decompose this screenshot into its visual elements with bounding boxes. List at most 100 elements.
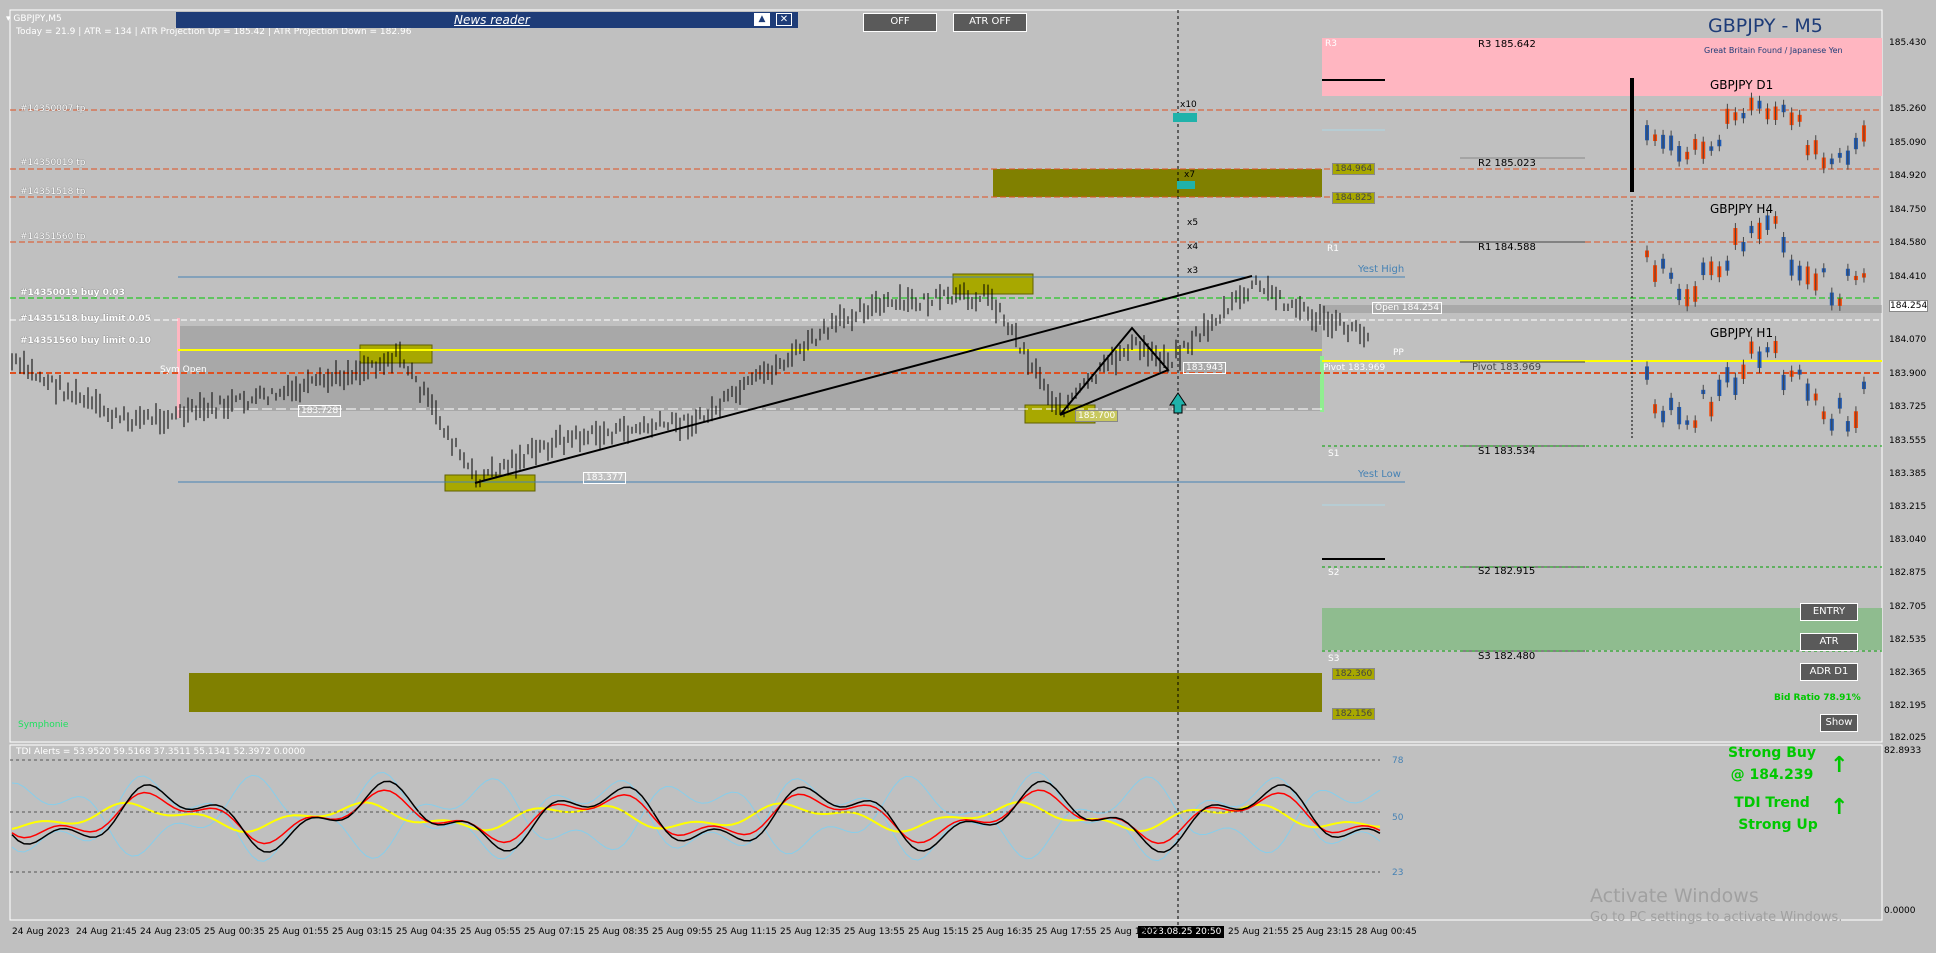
- time-axis-label: 25 Aug 05:55: [460, 927, 521, 937]
- mini-chart-h1-title: GBPJPY H1: [1710, 326, 1774, 340]
- time-axis-label: 25 Aug 04:35: [396, 927, 457, 937]
- close-icon[interactable]: ✕: [776, 13, 792, 26]
- price-tag: 183.728: [298, 405, 342, 417]
- bid-ratio: Bid Ratio 78.91%: [1774, 693, 1861, 703]
- teal-marker: [1173, 113, 1197, 122]
- teal-marker: [1177, 181, 1195, 189]
- price-axis-label: 184.410: [1889, 272, 1927, 282]
- time-axis-label: 25 Aug 03:15: [332, 927, 393, 937]
- tdi-axis-top: 82.8933: [1884, 746, 1922, 756]
- signal-strong-buy: Strong Buy: [1728, 745, 1816, 761]
- price-box: 184.964: [1332, 163, 1376, 175]
- pivot-pp: Pivot 183.969: [1472, 362, 1542, 373]
- price-box: 182.360: [1332, 668, 1376, 680]
- time-axis-label: 25 Aug 19:15: [1100, 927, 1161, 937]
- supply-zone: [993, 169, 1322, 197]
- s3-zone: [1322, 608, 1882, 650]
- tdi-level-50: 50: [1392, 813, 1404, 823]
- atr-info-line: Today = 21.9 | ATR = 134 | ATR Projectio…: [16, 27, 412, 37]
- show-button[interactable]: Show: [1820, 714, 1858, 732]
- time-axis-label: 25 Aug 21:55: [1228, 927, 1289, 937]
- multiplier-label: x7: [1184, 170, 1196, 180]
- mini-chart-h4-title: GBPJPY H4: [1710, 202, 1774, 216]
- adr-d1-button[interactable]: ADR D1: [1800, 663, 1858, 681]
- symbol-menu[interactable]: ▾ GBPJPY,M5: [6, 14, 62, 24]
- multiplier-label: x3: [1187, 266, 1199, 276]
- s2-short: S2: [1328, 568, 1340, 578]
- tp-label: #14350019 tp: [20, 158, 86, 168]
- price-axis-label: 182.025: [1889, 733, 1927, 743]
- news-reader-title[interactable]: News reader: [454, 13, 530, 27]
- order-label: #14351518 buy limit 0.05: [20, 314, 151, 324]
- mini-chart-d1-title: GBPJPY D1: [1710, 78, 1774, 92]
- tdi-price: [11, 780, 1381, 853]
- signal-strong-up: Strong Up: [1738, 817, 1818, 833]
- time-axis-label: 25 Aug 09:55: [652, 927, 713, 937]
- price-axis-label: 183.215: [1889, 502, 1927, 512]
- price-tag: 183.700: [1075, 410, 1119, 422]
- price-axis-label: 182.535: [1889, 635, 1927, 645]
- time-axis-label: 25 Aug 17:55: [1036, 927, 1097, 937]
- price-axis-label: 184.254: [1889, 300, 1929, 312]
- signal-box: [444, 474, 536, 492]
- s3-short: S3: [1328, 654, 1340, 664]
- sym-open-label: Sym Open: [160, 365, 207, 375]
- pivot-r3: R3 185.642: [1478, 39, 1536, 50]
- price-axis-label: 183.555: [1889, 436, 1927, 446]
- price-axis-label: 183.900: [1889, 369, 1927, 379]
- arrow-up-icon: ↑: [1830, 795, 1849, 820]
- price-box: 182.156: [1332, 708, 1376, 720]
- r1-short: R1: [1327, 244, 1339, 254]
- price-axis-label: 182.705: [1889, 602, 1927, 612]
- time-axis-label: 25 Aug 15:15: [908, 927, 969, 937]
- price-axis-label: 184.920: [1889, 171, 1927, 181]
- time-axis-label: 25 Aug 07:15: [524, 927, 585, 937]
- atr-button[interactable]: ATR: [1800, 633, 1858, 651]
- chart-canvas[interactable]: [0, 0, 1936, 953]
- signal-tdi-trend: TDI Trend: [1734, 795, 1810, 811]
- tdi-axis-bottom: 0.0000: [1884, 906, 1916, 916]
- open-price-tag: Open 184.254: [1372, 302, 1443, 314]
- demand-zone: [189, 673, 1322, 712]
- time-axis-label: 25 Aug 08:35: [588, 927, 649, 937]
- time-axis-label: 28 Aug 00:45: [1356, 927, 1417, 937]
- tdi-level-23: 23: [1392, 868, 1404, 878]
- tdi-level-78: 78: [1392, 756, 1404, 766]
- price-axis-label: 185.090: [1889, 138, 1927, 148]
- tdi-label: TDI Alerts = 53.9520 59.5168 37.3511 55.…: [16, 747, 306, 757]
- price-axis-label: 182.365: [1889, 668, 1927, 678]
- time-axis-label: 25 Aug 23:15: [1292, 927, 1353, 937]
- time-axis-label: 25 Aug 12:35: [780, 927, 841, 937]
- price-axis-label: 182.195: [1889, 701, 1927, 711]
- price-axis-label: 184.580: [1889, 238, 1927, 248]
- off-button[interactable]: OFF: [863, 13, 937, 32]
- pivot-s2: S2 182.915: [1478, 566, 1536, 577]
- price-box: 184.825: [1332, 192, 1376, 204]
- page-title: GBPJPY - M5: [1708, 15, 1823, 37]
- s1-short: S1: [1328, 449, 1340, 459]
- price-axis-label: 185.430: [1889, 38, 1927, 48]
- news-reader-bar[interactable]: News reader ▲ ✕: [176, 12, 798, 28]
- time-axis-label: 24 Aug 2023: [12, 927, 70, 937]
- collapse-icon[interactable]: ▲: [754, 13, 770, 26]
- entry-button[interactable]: ENTRY: [1800, 603, 1858, 621]
- yest-high-label: Yest High: [1358, 264, 1405, 275]
- multiplier-label: x4: [1187, 242, 1199, 252]
- pivot-short: Pivot: [1323, 363, 1346, 373]
- price-axis-label: 185.260: [1889, 104, 1927, 114]
- price-axis-label: 182.875: [1889, 568, 1927, 578]
- symphonie-label: Symphonie: [18, 720, 69, 730]
- pivot-r2: R2 185.023: [1478, 158, 1536, 169]
- tdi-band: [11, 774, 1381, 860]
- tdi-band: [11, 771, 1381, 862]
- order-label: #14351560 buy limit 0.10: [20, 336, 151, 346]
- range-zone: [178, 326, 1322, 411]
- time-axis-label: 25 Aug 11:15: [716, 927, 777, 937]
- signal-price: @ 184.239: [1730, 767, 1814, 783]
- atr-off-button[interactable]: ATR OFF: [953, 13, 1027, 32]
- pivot-s3: S3 182.480: [1478, 651, 1536, 662]
- r3-short: R3: [1325, 39, 1337, 49]
- multiplier-label: x10: [1180, 100, 1197, 110]
- order-label: #14350019 buy 0.03: [20, 288, 125, 298]
- yest-low-label: Yest Low: [1358, 469, 1401, 480]
